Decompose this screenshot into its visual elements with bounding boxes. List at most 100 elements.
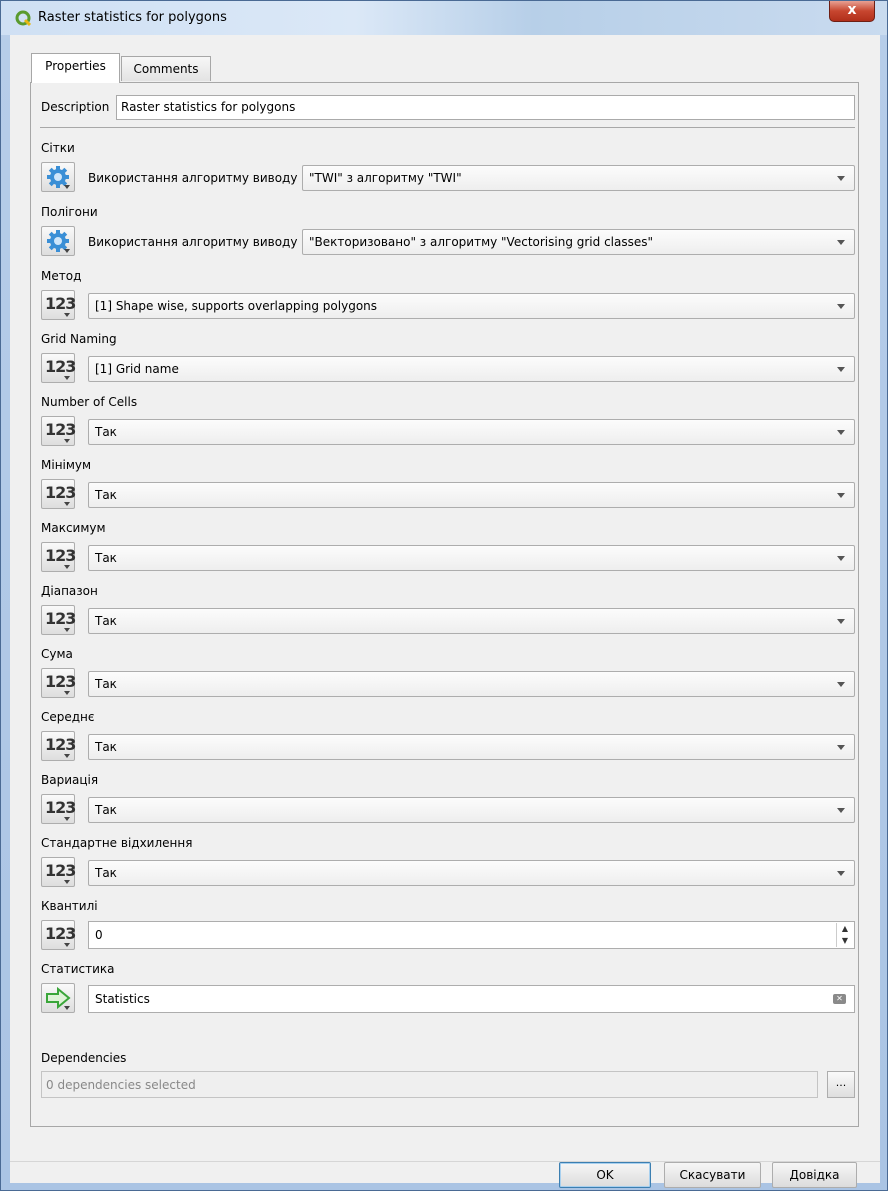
polygons-source-label: Використання алгоритму виводу — [88, 235, 298, 249]
statistics-value: Statistics — [95, 992, 150, 1006]
mean-source-button[interactable]: 123 — [41, 731, 76, 761]
polygons-value: "Векторизовано" з алгоритму "Vectorising… — [309, 235, 654, 249]
maximum-label: Максимум — [41, 521, 106, 535]
ok-button[interactable]: OK — [559, 1162, 651, 1188]
quantiles-value: 0 — [95, 928, 103, 942]
number-123-icon: 123 — [45, 357, 76, 376]
chevron-down-icon — [837, 556, 845, 561]
clear-icon[interactable]: ✕ — [833, 994, 846, 1004]
chevron-down-icon — [64, 249, 70, 253]
stddev-select[interactable]: Так — [88, 860, 855, 886]
dialog-window: Raster statistics for polygons x Propert… — [0, 0, 888, 1191]
number-of-cells-value: Так — [95, 425, 117, 439]
dialog-client-area: Properties Comments Description Raster s… — [10, 35, 880, 1188]
sum-select[interactable]: Так — [88, 671, 855, 697]
method-value: [1] Shape wise, supports overlapping pol… — [95, 299, 378, 313]
grids-label: Сітки — [41, 141, 75, 155]
number-123-icon: 123 — [45, 420, 76, 439]
grids-select[interactable]: "TWI" з алгоритму "TWI" — [302, 165, 855, 191]
sum-label: Сума — [41, 647, 73, 661]
chevron-down-icon — [64, 691, 70, 695]
polygons-label: Полігони — [41, 205, 98, 219]
cancel-button[interactable]: Скасувати — [664, 1162, 761, 1188]
separator — [40, 127, 855, 128]
chevron-down-icon — [837, 430, 845, 435]
chevron-down-icon — [64, 376, 70, 380]
number-123-icon: 123 — [45, 483, 76, 502]
method-source-button[interactable]: 123 — [41, 290, 76, 320]
spin-buttons[interactable]: ▲ ▼ — [836, 923, 853, 947]
quantiles-spinbox[interactable]: 0 ▲ ▼ — [88, 921, 855, 949]
grid-naming-label: Grid Naming — [41, 332, 117, 346]
mean-select[interactable]: Так — [88, 734, 855, 760]
chevron-down-icon — [64, 502, 70, 506]
minimum-select[interactable]: Так — [88, 482, 855, 508]
grid-naming-source-button[interactable]: 123 — [41, 353, 76, 383]
chevron-down-icon — [837, 240, 845, 245]
stddev-source-button[interactable]: 123 — [41, 857, 76, 887]
chevron-down-icon — [837, 493, 845, 498]
range-label: Діапазон — [41, 584, 98, 598]
minimum-label: Мінімум — [41, 458, 92, 472]
polygons-select[interactable]: "Векторизовано" з алгоритму "Vectorising… — [302, 229, 855, 255]
title-bar[interactable]: Raster statistics for polygons x — [1, 1, 887, 35]
chevron-down-icon — [837, 619, 845, 624]
number-123-icon: 123 — [45, 672, 76, 691]
stddev-value: Так — [95, 866, 117, 880]
dependencies-field: 0 dependencies selected — [41, 1071, 818, 1098]
grid-naming-value: [1] Grid name — [95, 362, 179, 376]
quantiles-label: Квантилі — [41, 899, 98, 913]
number-123-icon: 123 — [45, 294, 76, 313]
grids-source-button[interactable] — [41, 162, 75, 192]
number-of-cells-select[interactable]: Так — [88, 419, 855, 445]
chevron-down-icon — [64, 439, 70, 443]
dependencies-label: Dependencies — [41, 1051, 127, 1065]
minimum-value: Так — [95, 488, 117, 502]
chevron-down-icon — [837, 682, 845, 687]
close-button[interactable]: x — [829, 1, 875, 22]
grids-value: "TWI" з алгоритму "TWI" — [309, 171, 462, 185]
dependencies-browse-button[interactable]: ... — [827, 1071, 855, 1098]
number-123-icon: 123 — [45, 546, 76, 565]
number-123-icon: 123 — [45, 798, 76, 817]
chevron-down-icon — [837, 808, 845, 813]
output-arrow-icon — [46, 986, 71, 1010]
description-input[interactable]: Raster statistics for polygons — [116, 95, 855, 120]
chevron-down-icon — [64, 185, 70, 189]
polygons-source-button[interactable] — [41, 226, 75, 256]
gear-icon — [47, 230, 69, 252]
variance-select[interactable]: Так — [88, 797, 855, 823]
maximum-select[interactable]: Так — [88, 545, 855, 571]
range-source-button[interactable]: 123 — [41, 605, 76, 635]
chevron-down-icon — [64, 1006, 70, 1010]
spin-down-icon[interactable]: ▼ — [837, 935, 853, 947]
statistics-source-button[interactable] — [41, 983, 75, 1013]
qgis-logo-icon — [15, 10, 32, 27]
minimum-source-button[interactable]: 123 — [41, 479, 76, 509]
mean-value: Так — [95, 740, 117, 754]
tab-properties[interactable]: Properties — [31, 53, 120, 83]
chevron-down-icon — [64, 313, 70, 317]
help-button[interactable]: Довідка — [772, 1162, 857, 1188]
maximum-source-button[interactable]: 123 — [41, 542, 76, 572]
maximum-value: Так — [95, 551, 117, 565]
chevron-down-icon — [64, 754, 70, 758]
spin-up-icon[interactable]: ▲ — [837, 923, 853, 935]
number-of-cells-source-button[interactable]: 123 — [41, 416, 76, 446]
number-123-icon: 123 — [45, 861, 76, 880]
range-select[interactable]: Так — [88, 608, 855, 634]
chevron-down-icon — [837, 871, 845, 876]
gear-icon — [47, 166, 69, 188]
method-select[interactable]: [1] Shape wise, supports overlapping pol… — [88, 293, 855, 319]
tab-comments[interactable]: Comments — [121, 56, 211, 81]
chevron-down-icon — [837, 367, 845, 372]
sum-source-button[interactable]: 123 — [41, 668, 76, 698]
method-label: Метод — [41, 269, 82, 283]
grid-naming-select[interactable]: [1] Grid name — [88, 356, 855, 382]
mean-label: Середнє — [41, 710, 95, 724]
statistics-output-input[interactable]: Statistics ✕ — [88, 985, 855, 1013]
grids-source-label: Використання алгоритму виводу — [88, 171, 298, 185]
description-label: Description — [41, 100, 110, 114]
quantiles-source-button[interactable]: 123 — [41, 920, 76, 950]
variance-source-button[interactable]: 123 — [41, 794, 76, 824]
